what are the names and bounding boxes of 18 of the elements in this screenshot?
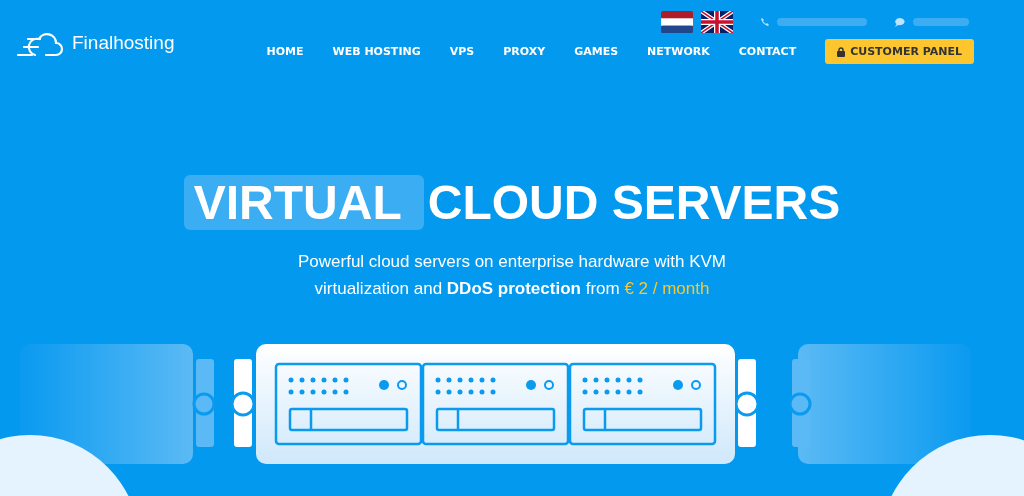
customer-panel-button[interactable]: CUSTOMER PANEL	[825, 39, 974, 64]
nav-link[interactable]: HOME	[266, 45, 304, 58]
nav-link[interactable]: WEB HOSTING	[332, 45, 421, 58]
nav-link[interactable]: PROXY	[503, 45, 546, 58]
subtitle-text: Powerful cloud servers on enterprise hardware with KVM virtualization and DDoS protection from € 2 / month	[297, 251, 727, 300]
nav-link[interactable]: NETWORK	[647, 45, 710, 58]
chat-bubble-icon	[895, 17, 905, 27]
logo-text[interactable]: Finalhosting	[72, 32, 175, 54]
highlighted-title-word: VIRTUAL	[183, 175, 424, 230]
nav-link[interactable]: CONTACT	[738, 45, 797, 58]
lock-icon	[837, 46, 846, 57]
phone-icon	[761, 18, 769, 26]
blurred-text	[913, 18, 969, 26]
title-text: CLOUD SERVERS	[427, 175, 841, 230]
nav-link[interactable]: GAMES	[574, 45, 619, 58]
united-kingdom-flag-icon[interactable]	[701, 11, 733, 33]
netherlands-flag-icon[interactable]	[661, 11, 693, 33]
nav-link[interactable]: VPS	[449, 45, 475, 58]
